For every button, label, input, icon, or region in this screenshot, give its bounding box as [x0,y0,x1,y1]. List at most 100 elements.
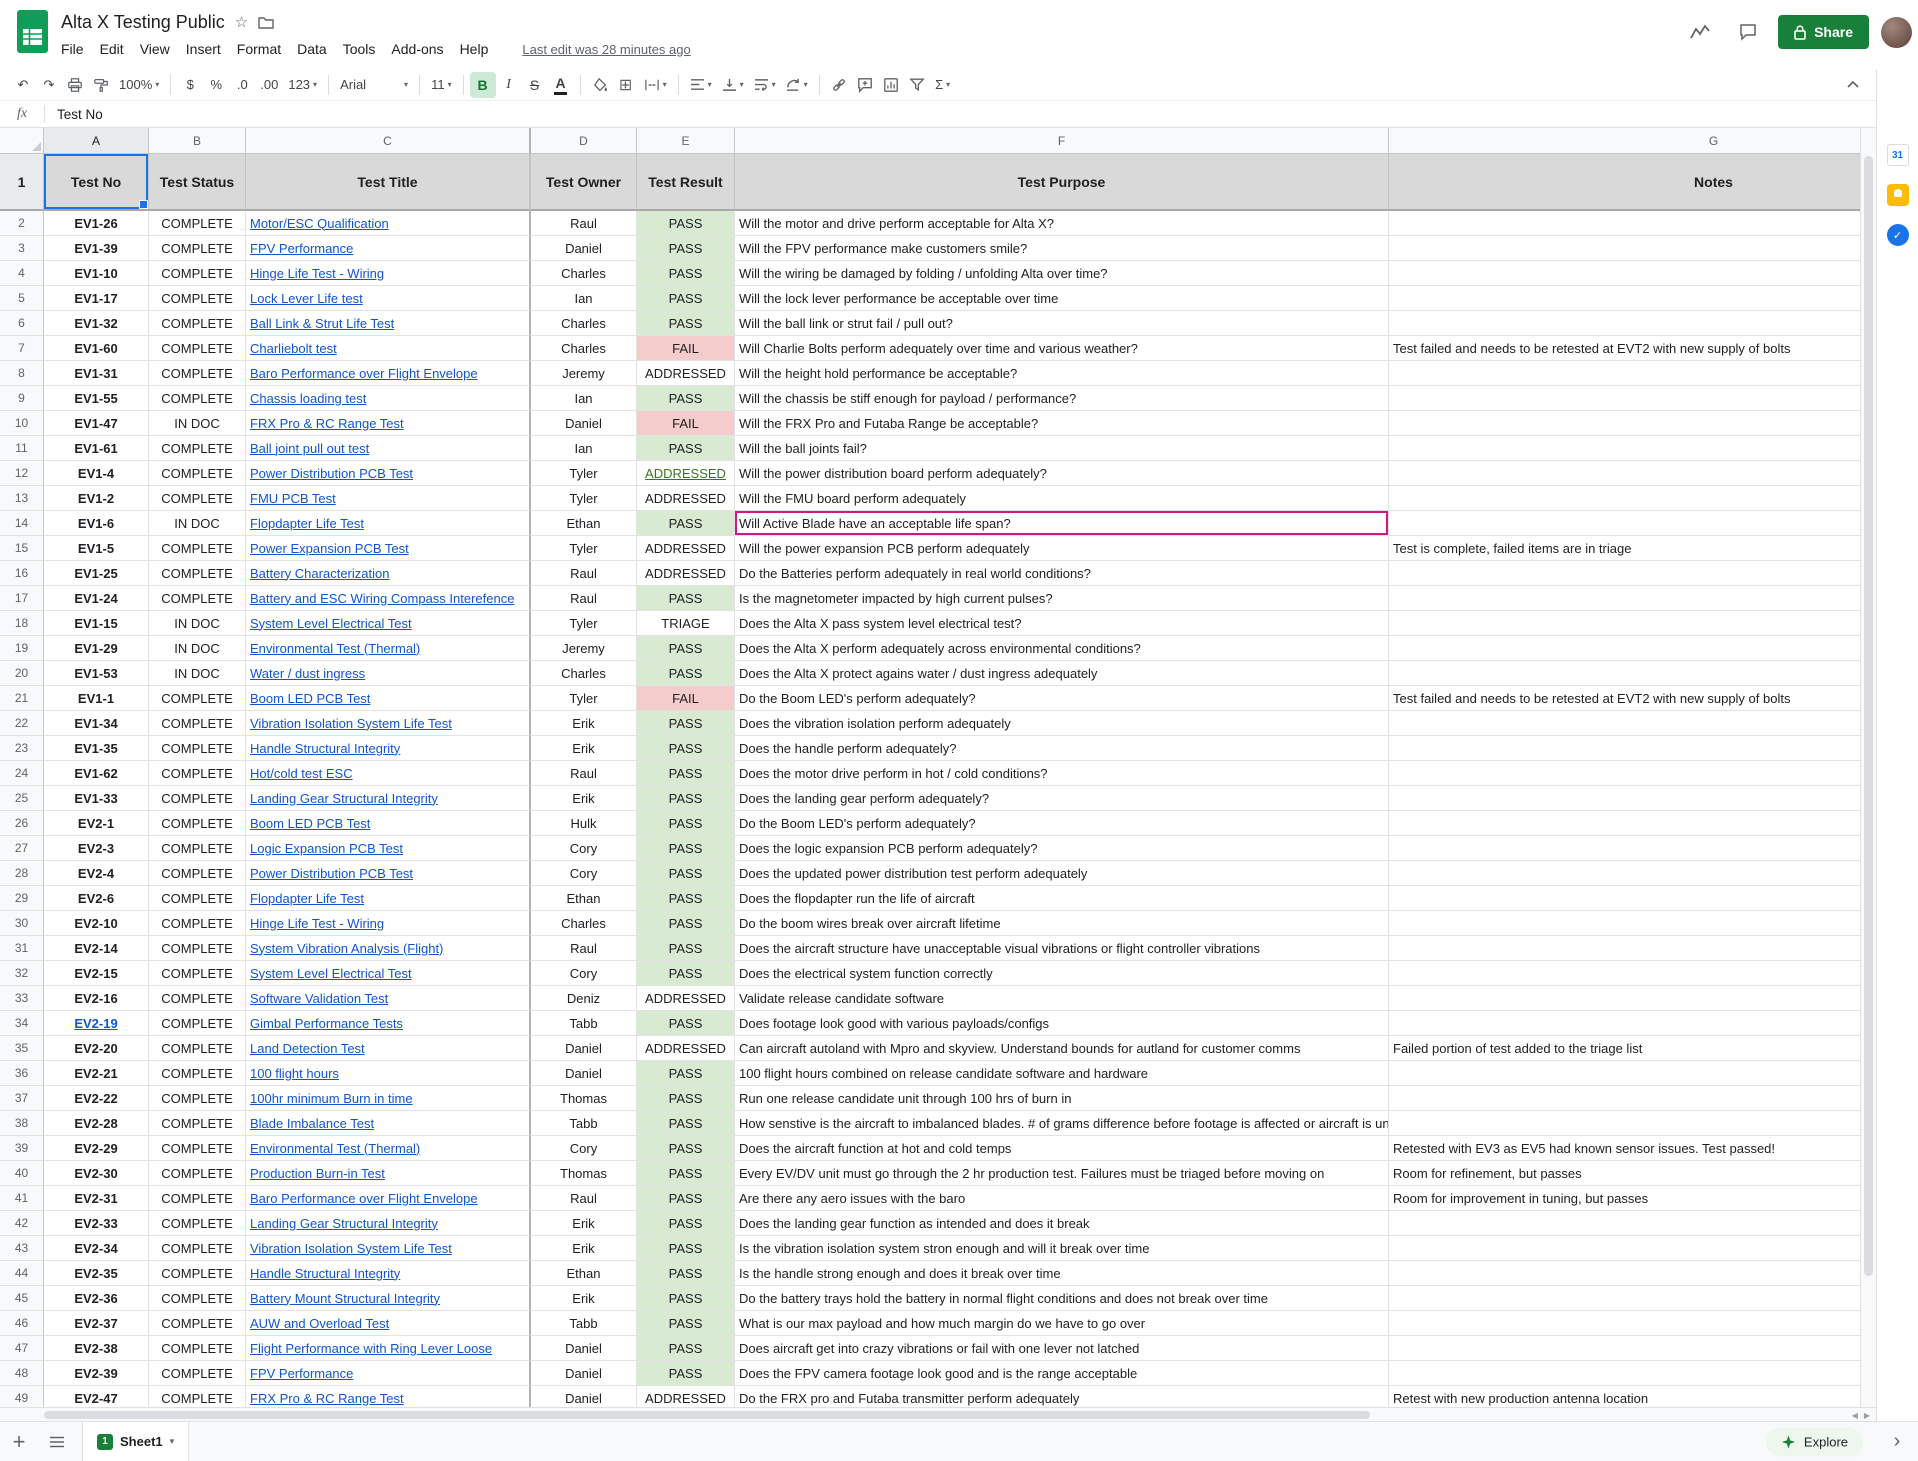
cell-D36[interactable]: Daniel [531,1061,637,1086]
cell-E36[interactable]: PASS [637,1061,735,1086]
cell-C42[interactable]: Landing Gear Structural Integrity [246,1211,531,1236]
row-header-47[interactable]: 47 [0,1336,44,1361]
sheets-logo[interactable] [16,9,49,59]
row-header-13[interactable]: 13 [0,486,44,511]
cell-A4[interactable]: EV1-10 [44,261,149,286]
cell-D22[interactable]: Erik [531,711,637,736]
cell-B23[interactable]: COMPLETE [149,736,246,761]
cell-A31[interactable]: EV2-14 [44,936,149,961]
cell-E5[interactable]: PASS [637,286,735,311]
cell-E12[interactable]: ADDRESSED [637,461,735,486]
row-header-10[interactable]: 10 [0,411,44,436]
cell-F20[interactable]: Does the Alta X protect agains water / d… [735,661,1389,686]
cell-C2[interactable]: Motor/ESC Qualification [246,211,531,236]
cell-B33[interactable]: COMPLETE [149,986,246,1011]
cell-C32[interactable]: System Level Electrical Test [246,961,531,986]
cell-C26[interactable]: Boom LED PCB Test [246,811,531,836]
row-header-49[interactable]: 49 [0,1386,44,1407]
cell-C45[interactable]: Battery Mount Structural Integrity [246,1286,531,1311]
cell-E17[interactable]: PASS [637,586,735,611]
cell-F39[interactable]: Does the aircraft function at hot and co… [735,1136,1389,1161]
cell-F24[interactable]: Does the motor drive perform in hot / co… [735,761,1389,786]
row-header-20[interactable]: 20 [0,661,44,686]
scroll-left-icon[interactable]: ◀ [1852,1411,1858,1420]
cell-C38[interactable]: Blade Imbalance Test [246,1111,531,1136]
cell-G18[interactable] [1389,611,1876,636]
cell-C35[interactable]: Land Detection Test [246,1036,531,1061]
row-header-9[interactable]: 9 [0,386,44,411]
row-header-2[interactable]: 2 [0,211,44,236]
cell-E18[interactable]: TRIAGE [637,611,735,636]
cell-D12[interactable]: Tyler [531,461,637,486]
vertical-scroll-thumb[interactable] [1864,156,1873,1276]
row-header-35[interactable]: 35 [0,1036,44,1061]
cell-D47[interactable]: Daniel [531,1336,637,1361]
scroll-right-icon[interactable]: ▶ [1864,1411,1870,1420]
cell-C22[interactable]: Vibration Isolation System Life Test [246,711,531,736]
cell-F36[interactable]: 100 flight hours combined on release can… [735,1061,1389,1086]
cell-F12[interactable]: Will the power distribution board perfor… [735,461,1389,486]
cell-A24[interactable]: EV1-62 [44,761,149,786]
cell-D39[interactable]: Cory [531,1136,637,1161]
cell-C8[interactable]: Baro Performance over Flight Envelope [246,361,531,386]
cell-F49[interactable]: Do the FRX pro and Futaba transmitter pe… [735,1386,1389,1407]
cell-C11[interactable]: Ball joint pull out test [246,436,531,461]
calendar-button[interactable]: 31 [1884,141,1912,169]
cell-C16[interactable]: Battery Characterization [246,561,531,586]
cell-A33[interactable]: EV2-16 [44,986,149,1011]
cell-D2[interactable]: Raul [531,211,637,236]
cell-B46[interactable]: COMPLETE [149,1311,246,1336]
cell-F34[interactable]: Does footage look good with various payl… [735,1011,1389,1036]
cell-E20[interactable]: PASS [637,661,735,686]
row-header-16[interactable]: 16 [0,561,44,586]
cell-D44[interactable]: Ethan [531,1261,637,1286]
sheet-tab[interactable]: 1 Sheet1 ▾ [82,1422,189,1461]
cell-E47[interactable]: PASS [637,1336,735,1361]
cell-F17[interactable]: Is the magnetometer impacted by high cur… [735,586,1389,611]
cell-C29[interactable]: Flopdapter Life Test [246,886,531,911]
cell-D42[interactable]: Erik [531,1211,637,1236]
cell-G1[interactable]: Notes [1389,154,1876,211]
cell-D49[interactable]: Daniel [531,1386,637,1407]
cell-F22[interactable]: Does the vibration isolation perform ade… [735,711,1389,736]
row-header-41[interactable]: 41 [0,1186,44,1211]
add-sheet-button[interactable]: + [0,1422,38,1461]
cell-A36[interactable]: EV2-21 [44,1061,149,1086]
cell-B32[interactable]: COMPLETE [149,961,246,986]
cell-F7[interactable]: Will Charlie Bolts perform adequately ov… [735,336,1389,361]
cell-B30[interactable]: COMPLETE [149,911,246,936]
cell-C14[interactable]: Flopdapter Life Test [246,511,531,536]
cell-B31[interactable]: COMPLETE [149,936,246,961]
decrease-decimal-button[interactable]: .0 [229,72,255,98]
cell-C12[interactable]: Power Distribution PCB Test [246,461,531,486]
cell-A7[interactable]: EV1-60 [44,336,149,361]
menu-help[interactable]: Help [452,39,497,59]
row-header-48[interactable]: 48 [0,1361,44,1386]
row-header-28[interactable]: 28 [0,861,44,886]
cell-A39[interactable]: EV2-29 [44,1136,149,1161]
cell-A49[interactable]: EV2-47 [44,1386,149,1407]
cell-G42[interactable] [1389,1211,1876,1236]
cell-E42[interactable]: PASS [637,1211,735,1236]
cell-D43[interactable]: Erik [531,1236,637,1261]
cell-B21[interactable]: COMPLETE [149,686,246,711]
cell-F42[interactable]: Does the landing gear function as intend… [735,1211,1389,1236]
cell-C41[interactable]: Baro Performance over Flight Envelope [246,1186,531,1211]
row-header-21[interactable]: 21 [0,686,44,711]
cell-A12[interactable]: EV1-4 [44,461,149,486]
horizontal-scroll-thumb[interactable] [44,1411,1370,1419]
cell-A48[interactable]: EV2-39 [44,1361,149,1386]
menu-add-ons[interactable]: Add-ons [383,39,451,59]
cell-B11[interactable]: COMPLETE [149,436,246,461]
cell-E40[interactable]: PASS [637,1161,735,1186]
cell-B43[interactable]: COMPLETE [149,1236,246,1261]
cell-F9[interactable]: Will the chassis be stiff enough for pay… [735,386,1389,411]
cell-A44[interactable]: EV2-35 [44,1261,149,1286]
cell-F14[interactable]: Will Active Blade have an acceptable lif… [735,511,1389,536]
cell-B8[interactable]: COMPLETE [149,361,246,386]
cell-D17[interactable]: Raul [531,586,637,611]
cell-F1[interactable]: Test Purpose [735,154,1389,211]
row-header-7[interactable]: 7 [0,336,44,361]
cell-G7[interactable]: Test failed and needs to be retested at … [1389,336,1876,361]
menu-file[interactable]: File [53,39,92,59]
